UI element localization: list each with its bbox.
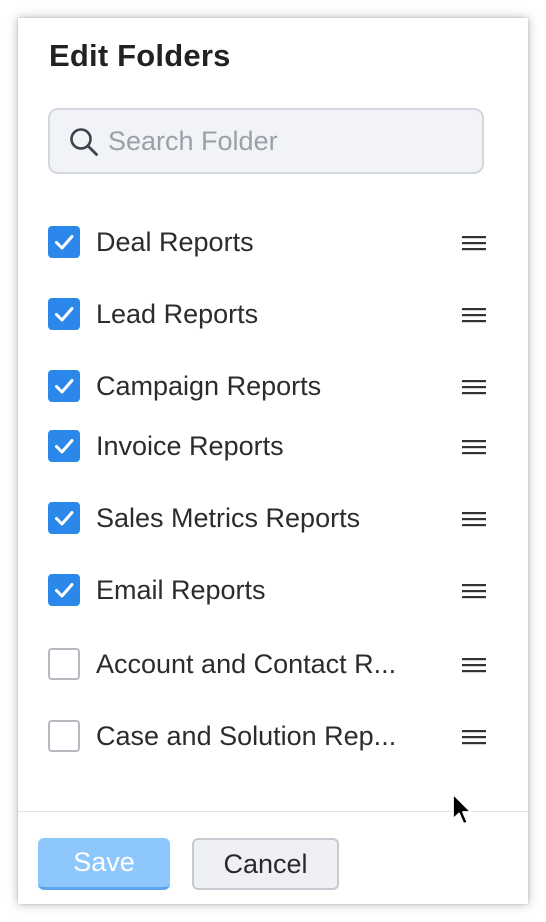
check-icon [55,511,74,526]
drag-handle-icon[interactable] [462,306,486,324]
folder-checkbox[interactable] [48,226,80,258]
folder-checkbox[interactable] [48,430,80,462]
folder-checkbox[interactable] [48,574,80,606]
folder-row-lead-reports[interactable]: Lead Reports [48,294,488,334]
folder-row-account-and-contact-reports[interactable]: Account and Contact R... [48,644,488,684]
drag-handle-icon[interactable] [462,378,486,396]
search-box[interactable] [48,108,484,174]
folder-label: Account and Contact R... [96,649,397,679]
folder-checkbox[interactable] [48,720,80,752]
folder-checkbox[interactable] [48,502,80,534]
folder-row-sales-metrics-reports[interactable]: Sales Metrics Reports [48,498,488,538]
drag-handle-icon[interactable] [462,656,486,674]
mouse-pointer-icon [452,793,472,825]
folder-label: Invoice Reports [96,431,284,461]
drag-handle-icon[interactable] [462,728,486,746]
folder-label: Email Reports [96,575,266,605]
drag-handle-icon[interactable] [462,510,486,528]
folder-row-invoice-reports[interactable]: Invoice Reports [48,426,488,466]
folder-label: Lead Reports [96,299,259,329]
folder-checkbox[interactable] [48,298,80,330]
screen: Edit Folders Deal Reports [0,0,546,922]
check-icon [55,235,74,250]
folder-label: Campaign Reports [96,371,322,401]
drag-handle-icon[interactable] [462,582,486,600]
check-icon [55,379,74,394]
check-icon [55,439,74,454]
folder-label: Deal Reports [96,227,254,257]
check-icon [55,307,74,322]
cancel-button[interactable]: Cancel [192,838,339,890]
folder-label: Sales Metrics Reports [96,503,361,533]
search-input[interactable] [108,118,468,164]
folder-label: Case and Solution Rep... [96,721,397,751]
save-button[interactable]: Save [38,838,170,890]
drag-handle-icon[interactable] [462,438,486,456]
drag-handle-icon[interactable] [462,234,486,252]
folder-row-case-and-solution-reports[interactable]: Case and Solution Rep... [48,716,488,756]
search-icon [70,128,98,156]
check-icon [55,583,74,598]
folder-checkbox[interactable] [48,370,80,402]
folder-row-email-reports[interactable]: Email Reports [48,570,488,610]
edit-folders-dialog: Edit Folders Deal Reports [18,18,528,904]
folder-checkbox[interactable] [48,648,80,680]
folder-row-deal-reports[interactable]: Deal Reports [48,222,488,262]
dialog-title: Edit Folders [49,38,231,73]
folder-row-campaign-reports[interactable]: Campaign Reports [48,366,488,406]
